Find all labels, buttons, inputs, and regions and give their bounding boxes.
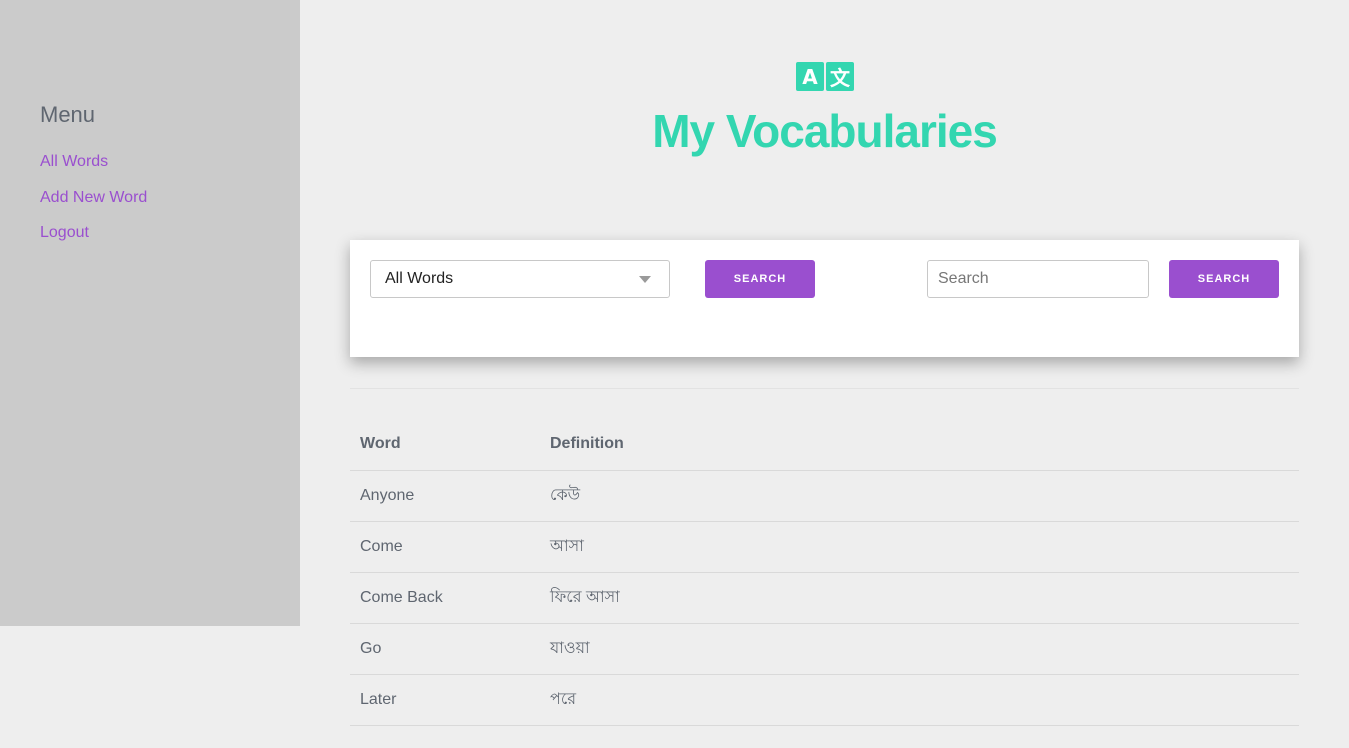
sidebar-item-logout[interactable]: Logout [40,224,89,242]
chevron-down-icon [639,276,651,283]
definition-cell: আসা [540,521,1299,573]
definition-cell: যাওয়া [540,623,1299,675]
translate-icon: A 文 [796,62,854,92]
sidebar-item-add-new-word[interactable]: Add New Word [40,189,147,207]
definition-cell: কেউ [540,470,1299,522]
table-row[interactable]: Come আসা [350,521,1299,573]
table-row[interactable]: Anyone কেউ [350,470,1299,522]
definition-cell: ফিরে আসা [540,572,1299,624]
sidebar-item-all-words[interactable]: All Words [40,153,108,171]
word-cell: Come Back [350,572,540,624]
word-filter-select[interactable]: All Words [370,260,670,298]
logo-letter-a: A [796,62,824,91]
word-filter-selected-value: All Words [385,270,454,287]
page-title: My Vocabularies [652,105,998,157]
sidebar: Menu All Words Add New Word Logout [0,0,300,626]
definition-cell: পরে [540,674,1299,726]
word-cell: Go [350,623,540,675]
word-cell: Anyone [350,470,540,522]
search-input[interactable] [927,260,1149,298]
word-cell: Come [350,521,540,573]
main-content: A 文 My Vocabularies All Words SEARCH SEA… [300,0,1349,748]
divider [350,388,1299,389]
word-cell: Later [350,674,540,726]
column-header-word: Word [350,419,540,471]
table-header-row: Word Definition [350,419,1299,471]
vocabulary-table: Word Definition Anyone কেউ Come আসা Come… [350,419,1299,726]
filter-search-button[interactable]: SEARCH [705,260,815,298]
text-search-button[interactable]: SEARCH [1169,260,1279,298]
logo-letter-cjk: 文 [826,62,854,91]
table-row[interactable]: Come Back ফিরে আসা [350,572,1299,624]
table-row[interactable]: Go যাওয়া [350,623,1299,675]
search-card: All Words SEARCH SEARCH [350,240,1299,357]
column-header-definition: Definition [540,419,1299,471]
menu-title: Menu [40,102,96,127]
table-row[interactable]: Later পরে [350,674,1299,726]
